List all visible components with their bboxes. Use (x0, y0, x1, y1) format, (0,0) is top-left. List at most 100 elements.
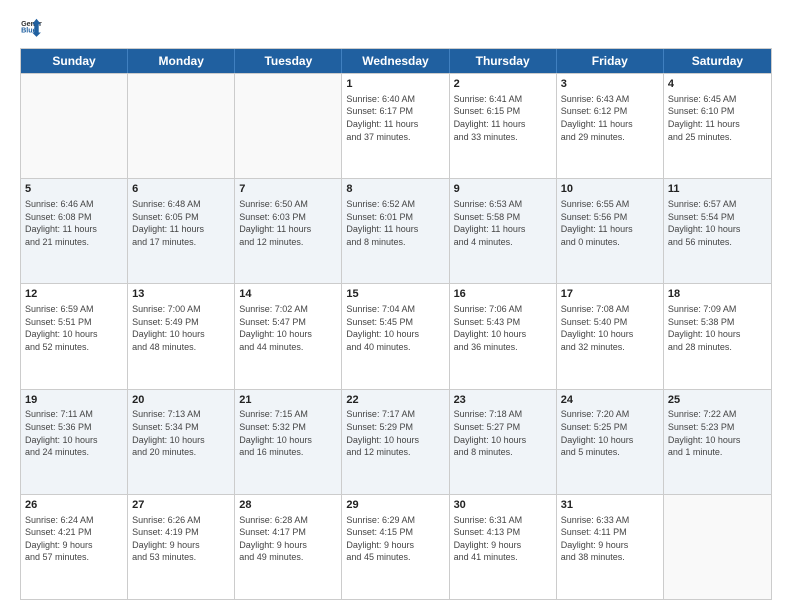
day-number: 19 (25, 393, 123, 408)
week-row-0: 1Sunrise: 6:40 AM Sunset: 6:17 PM Daylig… (21, 73, 771, 178)
day-number: 22 (346, 393, 444, 408)
day-info: Sunrise: 6:57 AM Sunset: 5:54 PM Dayligh… (668, 198, 767, 248)
day-info: Sunrise: 6:53 AM Sunset: 5:58 PM Dayligh… (454, 198, 552, 248)
day-number: 28 (239, 498, 337, 513)
day-info: Sunrise: 6:41 AM Sunset: 6:15 PM Dayligh… (454, 93, 552, 143)
empty-cell-0-2 (235, 74, 342, 178)
calendar-body: 1Sunrise: 6:40 AM Sunset: 6:17 PM Daylig… (21, 73, 771, 599)
header: General Blue (20, 16, 772, 38)
day-info: Sunrise: 7:08 AM Sunset: 5:40 PM Dayligh… (561, 303, 659, 353)
day-cell-11: 11Sunrise: 6:57 AM Sunset: 5:54 PM Dayli… (664, 179, 771, 283)
week-row-1: 5Sunrise: 6:46 AM Sunset: 6:08 PM Daylig… (21, 178, 771, 283)
day-number: 21 (239, 393, 337, 408)
day-cell-20: 20Sunrise: 7:13 AM Sunset: 5:34 PM Dayli… (128, 390, 235, 494)
day-header-thursday: Thursday (450, 49, 557, 73)
day-number: 10 (561, 182, 659, 197)
day-cell-2: 2Sunrise: 6:41 AM Sunset: 6:15 PM Daylig… (450, 74, 557, 178)
empty-cell-4-6 (664, 495, 771, 599)
day-number: 14 (239, 287, 337, 302)
day-number: 7 (239, 182, 337, 197)
day-header-monday: Monday (128, 49, 235, 73)
day-info: Sunrise: 6:48 AM Sunset: 6:05 PM Dayligh… (132, 198, 230, 248)
day-header-wednesday: Wednesday (342, 49, 449, 73)
day-cell-31: 31Sunrise: 6:33 AM Sunset: 4:11 PM Dayli… (557, 495, 664, 599)
day-number: 20 (132, 393, 230, 408)
day-info: Sunrise: 7:13 AM Sunset: 5:34 PM Dayligh… (132, 408, 230, 458)
day-number: 15 (346, 287, 444, 302)
day-info: Sunrise: 6:29 AM Sunset: 4:15 PM Dayligh… (346, 514, 444, 564)
day-number: 11 (668, 182, 767, 197)
logo: General Blue (20, 16, 42, 38)
day-info: Sunrise: 7:00 AM Sunset: 5:49 PM Dayligh… (132, 303, 230, 353)
day-info: Sunrise: 7:04 AM Sunset: 5:45 PM Dayligh… (346, 303, 444, 353)
day-info: Sunrise: 6:40 AM Sunset: 6:17 PM Dayligh… (346, 93, 444, 143)
day-cell-28: 28Sunrise: 6:28 AM Sunset: 4:17 PM Dayli… (235, 495, 342, 599)
day-info: Sunrise: 6:46 AM Sunset: 6:08 PM Dayligh… (25, 198, 123, 248)
day-cell-12: 12Sunrise: 6:59 AM Sunset: 5:51 PM Dayli… (21, 284, 128, 388)
day-info: Sunrise: 7:06 AM Sunset: 5:43 PM Dayligh… (454, 303, 552, 353)
day-cell-22: 22Sunrise: 7:17 AM Sunset: 5:29 PM Dayli… (342, 390, 449, 494)
day-info: Sunrise: 7:15 AM Sunset: 5:32 PM Dayligh… (239, 408, 337, 458)
calendar: SundayMondayTuesdayWednesdayThursdayFrid… (20, 48, 772, 600)
day-info: Sunrise: 6:59 AM Sunset: 5:51 PM Dayligh… (25, 303, 123, 353)
day-number: 27 (132, 498, 230, 513)
day-number: 31 (561, 498, 659, 513)
day-cell-3: 3Sunrise: 6:43 AM Sunset: 6:12 PM Daylig… (557, 74, 664, 178)
day-cell-27: 27Sunrise: 6:26 AM Sunset: 4:19 PM Dayli… (128, 495, 235, 599)
day-info: Sunrise: 6:45 AM Sunset: 6:10 PM Dayligh… (668, 93, 767, 143)
week-row-2: 12Sunrise: 6:59 AM Sunset: 5:51 PM Dayli… (21, 283, 771, 388)
day-cell-23: 23Sunrise: 7:18 AM Sunset: 5:27 PM Dayli… (450, 390, 557, 494)
day-number: 4 (668, 77, 767, 92)
empty-cell-0-1 (128, 74, 235, 178)
day-info: Sunrise: 7:11 AM Sunset: 5:36 PM Dayligh… (25, 408, 123, 458)
day-cell-21: 21Sunrise: 7:15 AM Sunset: 5:32 PM Dayli… (235, 390, 342, 494)
calendar-header-row: SundayMondayTuesdayWednesdayThursdayFrid… (21, 49, 771, 73)
day-header-sunday: Sunday (21, 49, 128, 73)
day-cell-9: 9Sunrise: 6:53 AM Sunset: 5:58 PM Daylig… (450, 179, 557, 283)
week-row-3: 19Sunrise: 7:11 AM Sunset: 5:36 PM Dayli… (21, 389, 771, 494)
day-info: Sunrise: 6:28 AM Sunset: 4:17 PM Dayligh… (239, 514, 337, 564)
day-cell-10: 10Sunrise: 6:55 AM Sunset: 5:56 PM Dayli… (557, 179, 664, 283)
day-number: 6 (132, 182, 230, 197)
day-info: Sunrise: 6:52 AM Sunset: 6:01 PM Dayligh… (346, 198, 444, 248)
day-cell-8: 8Sunrise: 6:52 AM Sunset: 6:01 PM Daylig… (342, 179, 449, 283)
day-number: 8 (346, 182, 444, 197)
day-info: Sunrise: 7:20 AM Sunset: 5:25 PM Dayligh… (561, 408, 659, 458)
day-number: 3 (561, 77, 659, 92)
day-cell-13: 13Sunrise: 7:00 AM Sunset: 5:49 PM Dayli… (128, 284, 235, 388)
day-cell-18: 18Sunrise: 7:09 AM Sunset: 5:38 PM Dayli… (664, 284, 771, 388)
day-number: 17 (561, 287, 659, 302)
day-info: Sunrise: 7:17 AM Sunset: 5:29 PM Dayligh… (346, 408, 444, 458)
day-info: Sunrise: 6:55 AM Sunset: 5:56 PM Dayligh… (561, 198, 659, 248)
day-number: 29 (346, 498, 444, 513)
day-cell-29: 29Sunrise: 6:29 AM Sunset: 4:15 PM Dayli… (342, 495, 449, 599)
day-cell-24: 24Sunrise: 7:20 AM Sunset: 5:25 PM Dayli… (557, 390, 664, 494)
day-cell-14: 14Sunrise: 7:02 AM Sunset: 5:47 PM Dayli… (235, 284, 342, 388)
day-cell-15: 15Sunrise: 7:04 AM Sunset: 5:45 PM Dayli… (342, 284, 449, 388)
day-number: 18 (668, 287, 767, 302)
day-number: 25 (668, 393, 767, 408)
day-info: Sunrise: 7:18 AM Sunset: 5:27 PM Dayligh… (454, 408, 552, 458)
day-cell-5: 5Sunrise: 6:46 AM Sunset: 6:08 PM Daylig… (21, 179, 128, 283)
day-number: 5 (25, 182, 123, 197)
day-info: Sunrise: 6:33 AM Sunset: 4:11 PM Dayligh… (561, 514, 659, 564)
day-cell-30: 30Sunrise: 6:31 AM Sunset: 4:13 PM Dayli… (450, 495, 557, 599)
day-info: Sunrise: 7:22 AM Sunset: 5:23 PM Dayligh… (668, 408, 767, 458)
day-header-friday: Friday (557, 49, 664, 73)
day-number: 2 (454, 77, 552, 92)
day-info: Sunrise: 6:26 AM Sunset: 4:19 PM Dayligh… (132, 514, 230, 564)
day-number: 30 (454, 498, 552, 513)
day-info: Sunrise: 6:43 AM Sunset: 6:12 PM Dayligh… (561, 93, 659, 143)
day-number: 12 (25, 287, 123, 302)
day-info: Sunrise: 7:02 AM Sunset: 5:47 PM Dayligh… (239, 303, 337, 353)
day-number: 9 (454, 182, 552, 197)
day-cell-17: 17Sunrise: 7:08 AM Sunset: 5:40 PM Dayli… (557, 284, 664, 388)
day-number: 24 (561, 393, 659, 408)
day-cell-16: 16Sunrise: 7:06 AM Sunset: 5:43 PM Dayli… (450, 284, 557, 388)
week-row-4: 26Sunrise: 6:24 AM Sunset: 4:21 PM Dayli… (21, 494, 771, 599)
day-info: Sunrise: 6:31 AM Sunset: 4:13 PM Dayligh… (454, 514, 552, 564)
day-info: Sunrise: 6:50 AM Sunset: 6:03 PM Dayligh… (239, 198, 337, 248)
day-header-saturday: Saturday (664, 49, 771, 73)
day-number: 1 (346, 77, 444, 92)
page: General Blue SundayMondayTuesdayWednesda… (0, 0, 792, 612)
